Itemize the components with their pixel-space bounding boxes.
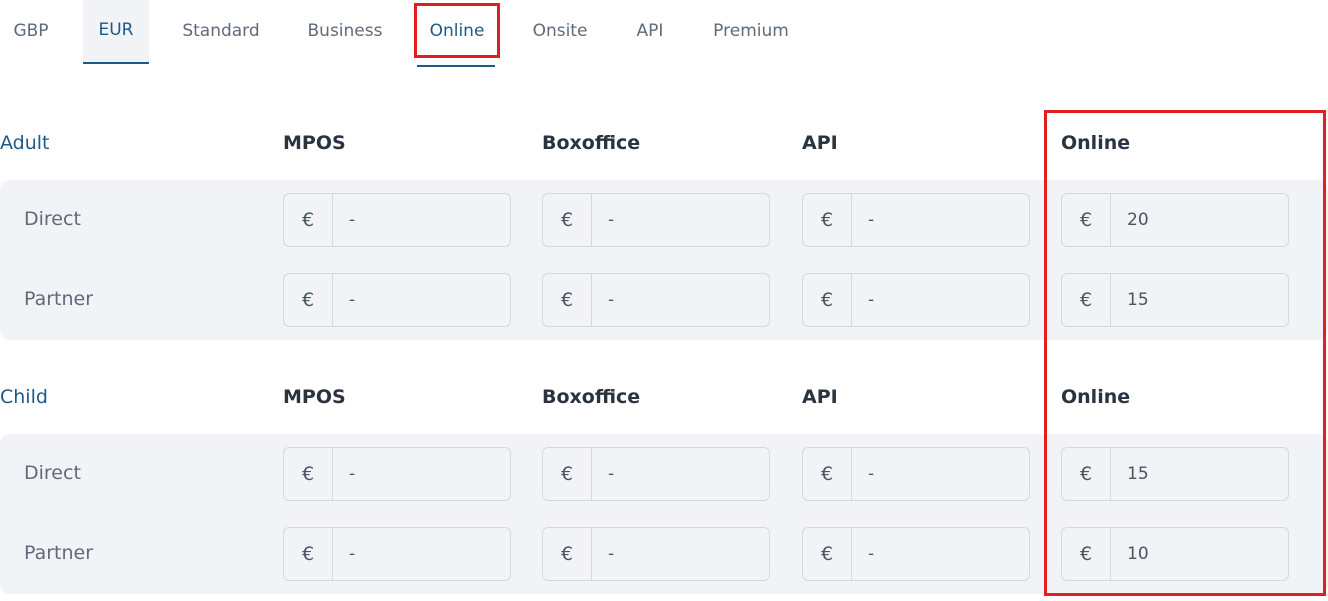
euro-icon: € <box>1062 194 1111 246</box>
column-title-online: Online <box>1061 386 1131 408</box>
adult-price-panel: Direct € - € - € - € 20 Partner € - € - … <box>0 180 1328 340</box>
adult-partner-online-field[interactable]: € 15 <box>1061 273 1289 327</box>
child-partner-online-field[interactable]: € 10 <box>1061 527 1289 581</box>
price-value: - <box>349 544 356 564</box>
euro-icon: € <box>543 448 592 500</box>
adult-direct-mpos-field[interactable]: € - <box>283 193 511 247</box>
price-value: - <box>868 290 875 310</box>
tab-gbp[interactable]: GBP <box>0 0 62 64</box>
euro-icon: € <box>803 448 852 500</box>
price-value: - <box>608 210 615 230</box>
price-value: 20 <box>1127 210 1149 230</box>
price-value: - <box>349 210 356 230</box>
price-value: 15 <box>1127 464 1149 484</box>
tab-api[interactable]: API <box>624 0 676 64</box>
price-value: - <box>868 464 875 484</box>
price-value: - <box>868 544 875 564</box>
euro-icon: € <box>803 528 852 580</box>
adult-partner-mpos-field[interactable]: € - <box>283 273 511 327</box>
child-direct-boxoffice-field[interactable]: € - <box>542 447 770 501</box>
euro-icon: € <box>803 194 852 246</box>
tab-onsite[interactable]: Onsite <box>520 0 600 64</box>
price-value: - <box>349 290 356 310</box>
adult-direct-api-field[interactable]: € - <box>802 193 1030 247</box>
euro-icon: € <box>543 528 592 580</box>
row-label-direct: Direct <box>24 462 81 484</box>
euro-icon: € <box>1062 274 1111 326</box>
euro-icon: € <box>284 448 333 500</box>
price-value: - <box>608 290 615 310</box>
child-partner-mpos-field[interactable]: € - <box>283 527 511 581</box>
euro-icon: € <box>543 194 592 246</box>
child-partner-api-field[interactable]: € - <box>802 527 1030 581</box>
adult-partner-boxoffice-field[interactable]: € - <box>542 273 770 327</box>
group-title-adult: Adult <box>0 132 50 154</box>
tab-standard[interactable]: Standard <box>170 0 272 64</box>
euro-icon: € <box>803 274 852 326</box>
column-title-online: Online <box>1061 132 1131 154</box>
pricing-page: GBP EUR Standard Business Online Onsite … <box>0 0 1328 601</box>
euro-icon: € <box>1062 528 1111 580</box>
tab-online[interactable]: Online <box>415 0 499 67</box>
column-title-boxoffice: Boxoffice <box>542 132 641 154</box>
price-value: 10 <box>1127 544 1149 564</box>
row-label-partner: Partner <box>24 288 94 310</box>
child-direct-online-field[interactable]: € 15 <box>1061 447 1289 501</box>
tab-business[interactable]: Business <box>296 0 394 64</box>
euro-icon: € <box>284 528 333 580</box>
price-value: - <box>868 210 875 230</box>
price-value: - <box>608 544 615 564</box>
child-partner-boxoffice-field[interactable]: € - <box>542 527 770 581</box>
column-title-api: API <box>802 132 838 154</box>
row-label-direct: Direct <box>24 208 81 230</box>
price-value: - <box>608 464 615 484</box>
adult-direct-online-field[interactable]: € 20 <box>1061 193 1289 247</box>
row-label-partner: Partner <box>24 542 94 564</box>
column-title-boxoffice: Boxoffice <box>542 386 641 408</box>
child-direct-mpos-field[interactable]: € - <box>283 447 511 501</box>
child-price-panel: Direct € - € - € - € 15 Partner € - € - … <box>0 434 1328 594</box>
adult-group-header: Adult MPOS Boxoffice API Online <box>0 132 1328 162</box>
euro-icon: € <box>284 194 333 246</box>
column-title-mpos: MPOS <box>283 386 346 408</box>
euro-icon: € <box>1062 448 1111 500</box>
tab-bar: GBP EUR Standard Business Online Onsite … <box>0 0 820 68</box>
child-group-header: Child MPOS Boxoffice API Online <box>0 386 1328 416</box>
group-title-child: Child <box>0 386 48 408</box>
euro-icon: € <box>543 274 592 326</box>
column-title-api: API <box>802 386 838 408</box>
euro-icon: € <box>284 274 333 326</box>
column-title-mpos: MPOS <box>283 132 346 154</box>
tab-eur[interactable]: EUR <box>83 0 149 64</box>
price-value: - <box>349 464 356 484</box>
child-direct-api-field[interactable]: € - <box>802 447 1030 501</box>
price-value: 15 <box>1127 290 1149 310</box>
adult-direct-boxoffice-field[interactable]: € - <box>542 193 770 247</box>
tab-premium[interactable]: Premium <box>700 0 802 64</box>
adult-partner-api-field[interactable]: € - <box>802 273 1030 327</box>
